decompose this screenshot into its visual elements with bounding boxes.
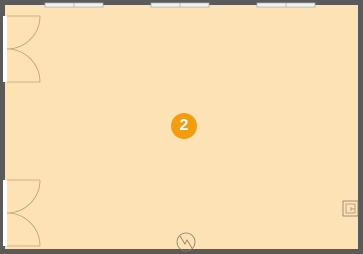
window-2 bbox=[150, 2, 210, 8]
window-1 bbox=[44, 2, 104, 8]
window-3 bbox=[256, 2, 316, 8]
floor-plan-canvas: 2 bbox=[0, 0, 363, 254]
wall-right bbox=[358, 0, 363, 254]
room-number-badge[interactable]: 2 bbox=[171, 113, 197, 139]
